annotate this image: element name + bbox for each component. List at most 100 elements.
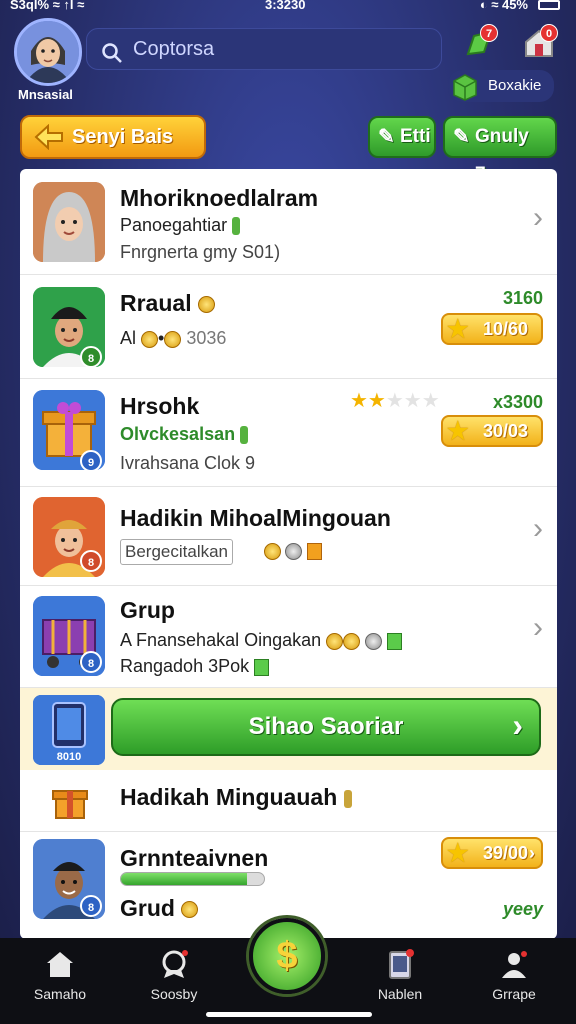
battery-status: ◐ ≈ 45%: [479, 0, 528, 12]
list-panel: Mhoriknoedlalram Panoegahtiar Fnrgnerta …: [20, 169, 557, 939]
star-icon: ★: [447, 316, 469, 343]
score-pill[interactable]: ★ 39/00 ›: [441, 837, 543, 869]
star-rating: ★★★★★: [350, 390, 440, 412]
level-badge: 9: [80, 450, 102, 472]
medal-icon: [162, 950, 188, 978]
row-title: Hadikah Minguauah: [120, 784, 352, 811]
row-title: Grup: [120, 597, 175, 623]
back-button[interactable]: Senyi Bais: [20, 115, 206, 159]
chevron-right-icon[interactable]: ›: [533, 201, 543, 235]
level-badge: 8: [80, 895, 102, 917]
chevron-right-icon[interactable]: ›: [533, 611, 543, 645]
coin-icon: [181, 901, 199, 919]
nav-groups[interactable]: Grrape: [464, 948, 564, 1002]
cash-icon: [387, 632, 403, 650]
nav-label: Samaho: [33, 986, 87, 1002]
row-title: Rraual: [120, 290, 215, 317]
pencil-icon: ✎: [378, 126, 395, 148]
score-pill[interactable]: ★ 10/60: [441, 313, 543, 345]
store-button[interactable]: Boxakie: [448, 70, 554, 102]
score-pill[interactable]: ★ 30/03: [441, 415, 543, 447]
quality-button[interactable]: ✎ Gnuly 7a: [443, 116, 557, 185]
store-label: Boxakie: [488, 77, 542, 94]
nav-label: Nablen: [377, 986, 423, 1002]
list-item[interactable]: 8 Rraual Al • 3036 3160 ★ 10/60: [20, 276, 557, 379]
bottle-icon: [343, 789, 352, 808]
avatar-face-icon: [17, 21, 79, 83]
row-title: Hadikin MihoalMingouan: [120, 505, 391, 531]
list-item[interactable]: 9 Hrsohk Olvckesalsan Ivrahsana Clok 9 ★…: [20, 380, 557, 487]
row-subtitle: Panoegahtiar: [120, 215, 241, 236]
person-icon: [502, 951, 527, 978]
list-item[interactable]: Mhoriknoedlalram Panoegahtiar Fnrgnerta …: [20, 169, 557, 275]
nav-label: Grrape: [492, 986, 536, 1002]
search-input[interactable]: Coptorsa: [86, 28, 442, 70]
level-badge: 8: [80, 346, 102, 368]
row-value: x3300: [492, 392, 543, 412]
row-detail: Rangadoh 3Pok: [120, 656, 270, 677]
row-subtitle: Al • 3036: [120, 328, 227, 348]
leaf-icon: ✎: [453, 126, 470, 148]
chevron-right-icon: ›: [512, 707, 523, 743]
nav-society[interactable]: Soosby: [124, 948, 224, 1002]
gift-button[interactable]: 0: [522, 24, 560, 64]
row-subtitle: A Fnansehakal Oingakan: [120, 630, 403, 651]
featured-button[interactable]: Sihao Saoriar ›: [111, 698, 541, 756]
row-title: Grnnteaivnen: [120, 845, 269, 871]
wallet-button[interactable]: $: [249, 918, 325, 994]
battery-icon: [538, 0, 560, 10]
coin-icon: [164, 330, 182, 348]
row-title: Hrsohk: [120, 393, 200, 419]
profile-name: Mnsasial: [18, 87, 73, 102]
star-icon: ★: [447, 840, 469, 867]
row-subtitle: Olvckesalsan: [120, 424, 249, 445]
dollar-icon: $: [276, 935, 298, 977]
list-item[interactable]: 8 Grup A Fnansehakal Oingakan Rangadoh 3…: [20, 587, 557, 688]
hijab-avatar-icon: [33, 182, 105, 262]
chevron-right-icon[interactable]: ›: [533, 512, 543, 546]
bottle-icon: [240, 426, 249, 445]
row-value: 3160: [502, 288, 543, 308]
home-indicator: [206, 1012, 372, 1017]
status-bar: S3ql% ≈ ↑l ≈ 3:3230 ◐ ≈ 45%: [0, 0, 576, 14]
friends-button[interactable]: 7: [462, 24, 500, 64]
star-icon: ★: [447, 418, 469, 445]
level-badge: 8: [80, 550, 102, 572]
featured-row: 8010 Sihao Saoriar ›: [20, 688, 557, 770]
tablet-icon: [389, 949, 414, 979]
signal-status: S3ql% ≈ ↑l ≈: [10, 0, 85, 12]
phone-icon: 8010: [33, 695, 105, 765]
cash-icon: [254, 658, 270, 676]
avatar[interactable]: [14, 18, 82, 86]
nav-notifications[interactable]: Nablen: [350, 948, 450, 1002]
row-title-secondary: Grud: [120, 895, 199, 922]
coin-icon: [197, 296, 215, 314]
coin-icon: [326, 632, 344, 650]
search-icon: [101, 38, 123, 78]
level-badge: 8: [80, 651, 102, 673]
silver-coin-icon: [365, 632, 383, 650]
arrow-left-icon: [34, 124, 63, 150]
notification-badge: 0: [540, 24, 558, 42]
featured-label: Sihao Saoriar: [248, 713, 404, 740]
progress-fill: [121, 873, 247, 885]
list-item[interactable]: 8 Hadikin MihoalMingouan Bergecitalkan ›: [20, 488, 557, 586]
nav-label: Soosby: [150, 986, 198, 1002]
featured-badge: 8010: [56, 751, 82, 763]
gift-icon: [50, 782, 90, 827]
category-tag: Bergecitalkan: [120, 539, 234, 565]
row-detail: Fnrgnerta gmy S01): [120, 242, 281, 262]
chevron-right-icon: ›: [529, 843, 535, 863]
nav-home[interactable]: Samaho: [10, 948, 110, 1002]
edit-button[interactable]: ✎ Etti: [368, 116, 436, 158]
search-placeholder: Coptorsa: [133, 38, 215, 60]
list-item[interactable]: Hadikah Minguauah: [20, 770, 557, 832]
edit-label: Etti: [400, 126, 431, 147]
back-label: Senyi Bais: [72, 126, 174, 148]
coin-icon: [343, 632, 361, 650]
box-icon: [453, 74, 477, 101]
row-value: yeey: [502, 899, 543, 919]
reward-icons: [264, 543, 322, 561]
row-detail: Ivrahsana Clok 9: [120, 453, 256, 473]
coin-icon: [141, 330, 159, 348]
